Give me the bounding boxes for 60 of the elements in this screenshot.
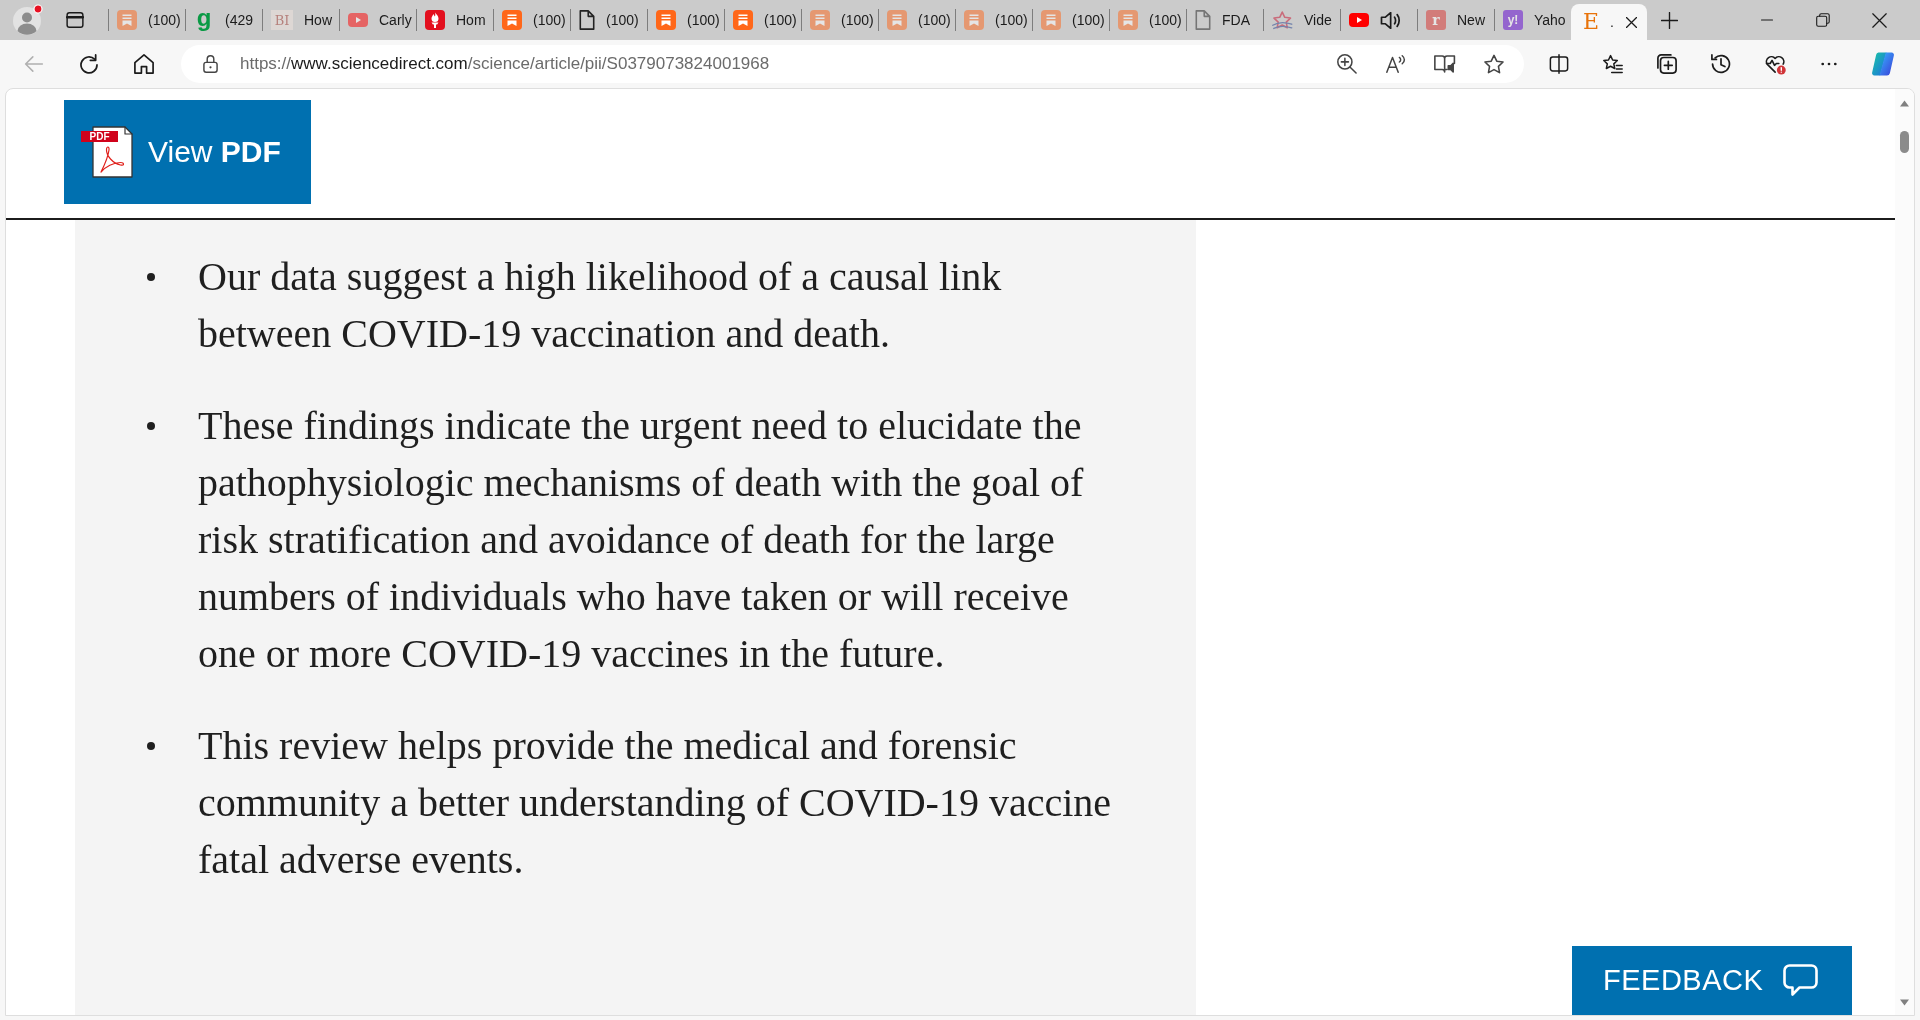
bullet-icon <box>147 273 155 281</box>
browser-tab[interactable]: (100) <box>1033 0 1109 40</box>
more-dots-icon <box>1821 62 1837 66</box>
collections-icon <box>1657 54 1677 74</box>
address-field[interactable]: https://www.sciencedirect.com/science/article/pii/S0379073824001968 <box>181 45 1524 83</box>
close-icon <box>1871 12 1887 28</box>
browser-tab[interactable]: Hom <box>417 0 493 40</box>
letter-logo: BI <box>271 10 293 30</box>
star-list-icon <box>1603 54 1623 74</box>
browser-tab[interactable]: E . <box>1571 4 1647 40</box>
letter-logo: g <box>195 9 213 31</box>
letter-logo: E <box>1581 11 1601 33</box>
browser-tab[interactable]: Carly <box>340 0 416 40</box>
browser-tab[interactable]: (100) <box>802 0 878 40</box>
browser-tab[interactable]: g (429 <box>186 0 262 40</box>
browser-tab[interactable]: (100) <box>725 0 801 40</box>
highlight-text: This review helps provide the medical and forensic community a better understanding of COVID-19 vaccine fatal adverse events. <box>198 722 1113 884</box>
tab-actions-icon <box>66 11 84 29</box>
url-text: https://www.sciencedirect.com/science/article/pii/S0379073824001968 <box>240 53 770 76</box>
letter-logo: r <box>1426 10 1446 30</box>
feedback-button[interactable]: FEEDBACK <box>1572 946 1852 1015</box>
browser-tab[interactable]: BI How <box>263 0 339 40</box>
close-icon[interactable] <box>1626 16 1637 28</box>
letter-logo: y! <box>1503 10 1523 30</box>
browser-tab[interactable]: y! Yaho <box>1495 0 1571 40</box>
highlight-text: Our data suggest a high likelihood of a causal link between COVID-19 vaccination and death. <box>198 253 1003 358</box>
browser-tab[interactable]: (100) <box>879 0 955 40</box>
restore-icon <box>1816 13 1830 27</box>
book-speaker-icon <box>1434 54 1456 74</box>
star-outline-icon <box>1484 54 1504 74</box>
highlight-text: These findings indicate the urgent need to elucidate the pathophysiologic mechanisms of death with the goal of risk stratification and avoidance of death for the large numbers of individuals who have taken or will receive one or more COVID-19 vaccines in the future. <box>198 402 1085 678</box>
profile-avatar-icon <box>12 4 44 36</box>
scroll-down-arrow-icon[interactable] <box>1899 999 1910 1006</box>
app-logo-icon <box>1870 52 1896 76</box>
browser-tab[interactable]: (100) <box>956 0 1032 40</box>
reload-icon <box>79 54 99 74</box>
zoom-in-icon <box>1337 54 1357 74</box>
history-icon <box>1711 54 1731 74</box>
read-aloud-icon <box>1386 54 1406 74</box>
view-pdf-button[interactable]: PDF View PDF <box>64 100 311 204</box>
browser-tab[interactable]: FDA <box>1187 0 1263 40</box>
browser-tab[interactable]: r New <box>1418 0 1494 40</box>
bullet-icon <box>147 422 155 430</box>
browser-tab[interactable]: (100) <box>1110 0 1186 40</box>
lock-icon <box>203 55 218 73</box>
minimize-icon <box>1761 19 1773 21</box>
browser-tab[interactable]: (100) <box>571 0 647 40</box>
browser-tab[interactable]: (100) <box>494 0 570 40</box>
scrollbar-thumb[interactable] <box>1900 131 1909 153</box>
speech-bubble-icon <box>1783 964 1819 997</box>
heart-pulse-alert-icon <box>1764 53 1786 75</box>
scroll-up-arrow-icon[interactable] <box>1899 100 1910 107</box>
browser-tab[interactable]: (100) <box>648 0 724 40</box>
browser-tab[interactable]: Vide <box>1264 0 1340 40</box>
plus-icon <box>1660 11 1678 29</box>
split-screen-icon <box>1549 54 1569 74</box>
home-icon <box>134 54 154 74</box>
bullet-icon <box>147 742 155 750</box>
browser-tab[interactable]: (100) <box>109 0 185 40</box>
back-arrow-icon <box>24 56 44 72</box>
